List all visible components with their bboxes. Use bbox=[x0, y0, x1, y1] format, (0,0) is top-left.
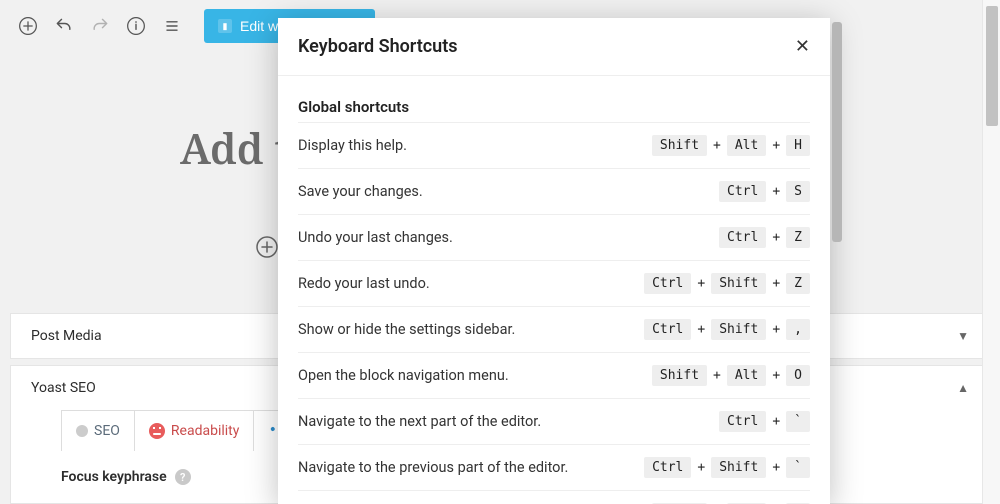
plus-separator: + bbox=[772, 276, 780, 291]
key: Alt bbox=[727, 135, 766, 156]
shortcut-description: Display this help. bbox=[298, 137, 652, 154]
key: Z bbox=[786, 227, 810, 248]
shortcut-description: Redo your last undo. bbox=[298, 275, 644, 292]
key: ` bbox=[786, 457, 810, 478]
key: Ctrl bbox=[719, 227, 766, 248]
shortcut-description: Navigate to the previous part of the edi… bbox=[298, 459, 644, 476]
shortcut-keys: Ctrl + S bbox=[719, 181, 810, 202]
key: H bbox=[786, 135, 810, 156]
plus-separator: + bbox=[772, 230, 780, 245]
shortcut-row: Navigate to the next part of the editor.… bbox=[298, 398, 810, 444]
key: Alt bbox=[727, 365, 766, 386]
plus-separator: + bbox=[713, 368, 721, 383]
shortcut-row: Display this help.Shift + Alt + H bbox=[298, 122, 810, 168]
shortcut-description: Navigate to the next part of the editor. bbox=[298, 413, 719, 430]
shortcut-description: Open the block navigation menu. bbox=[298, 367, 652, 384]
shortcut-row: Navigate to the previous part of the edi… bbox=[298, 444, 810, 490]
shortcut-keys: Ctrl + Shift + ` bbox=[644, 457, 810, 478]
shortcut-keys: Ctrl + ` bbox=[719, 411, 810, 432]
shortcut-description: Show or hide the settings sidebar. bbox=[298, 321, 644, 338]
shortcut-keys: Ctrl + Shift +, bbox=[644, 319, 810, 340]
modal-body: Global shortcuts Display this help.Shift… bbox=[278, 76, 830, 504]
shortcut-row: Open the block navigation menu.Shift + Alt… bbox=[298, 352, 810, 398]
plus-separator: + bbox=[697, 276, 705, 291]
plus-separator: + bbox=[697, 322, 705, 337]
key: Shift bbox=[711, 273, 766, 294]
key: Shift bbox=[652, 135, 707, 156]
plus-separator: + bbox=[772, 368, 780, 383]
shortcut-keys: Ctrl + Shift + Z bbox=[644, 273, 810, 294]
plus-separator: + bbox=[772, 184, 780, 199]
key: Ctrl bbox=[644, 273, 691, 294]
plus-separator: + bbox=[713, 138, 721, 153]
shortcut-row: Navigate to the next part of the editor … bbox=[298, 490, 810, 504]
plus-separator: + bbox=[772, 138, 780, 153]
key: S bbox=[786, 181, 810, 202]
shortcut-keys: Shift + Alt + H bbox=[652, 135, 810, 156]
section-heading: Global shortcuts bbox=[298, 98, 810, 116]
modal-title: Keyboard Shortcuts bbox=[298, 36, 458, 57]
plus-separator: + bbox=[772, 460, 780, 475]
close-icon: ✕ bbox=[795, 36, 810, 57]
modal-header: Keyboard Shortcuts ✕ bbox=[278, 18, 830, 76]
close-button[interactable]: ✕ bbox=[795, 36, 810, 57]
key: Ctrl bbox=[719, 181, 766, 202]
shortcut-row: Undo your last changes.Ctrl + Z bbox=[298, 214, 810, 260]
key: Ctrl bbox=[644, 457, 691, 478]
key: ` bbox=[786, 411, 810, 432]
shortcut-keys: Ctrl + Z bbox=[719, 227, 810, 248]
key: Ctrl bbox=[719, 411, 766, 432]
key: O bbox=[786, 365, 810, 386]
keyboard-shortcuts-modal: Keyboard Shortcuts ✕ Global shortcuts Di… bbox=[278, 18, 830, 504]
shortcut-row: Show or hide the settings sidebar.Ctrl + S… bbox=[298, 306, 810, 352]
modal-scrollbar[interactable] bbox=[830, 18, 844, 504]
shortcut-row: Save your changes.Ctrl + S bbox=[298, 168, 810, 214]
key: Shift bbox=[711, 457, 766, 478]
key: Shift bbox=[652, 365, 707, 386]
shortcut-description: Save your changes. bbox=[298, 183, 719, 200]
key: Shift bbox=[711, 319, 766, 340]
shortcut-keys: Shift + Alt + O bbox=[652, 365, 810, 386]
key: Z bbox=[786, 273, 810, 294]
plus-separator: + bbox=[697, 460, 705, 475]
shortcut-row: Redo your last undo.Ctrl + Shift + Z bbox=[298, 260, 810, 306]
key: Ctrl bbox=[644, 319, 691, 340]
plus-separator: + bbox=[772, 414, 780, 429]
shortcut-description: Undo your last changes. bbox=[298, 229, 719, 246]
key: , bbox=[786, 319, 810, 340]
plus-separator: + bbox=[772, 322, 780, 337]
